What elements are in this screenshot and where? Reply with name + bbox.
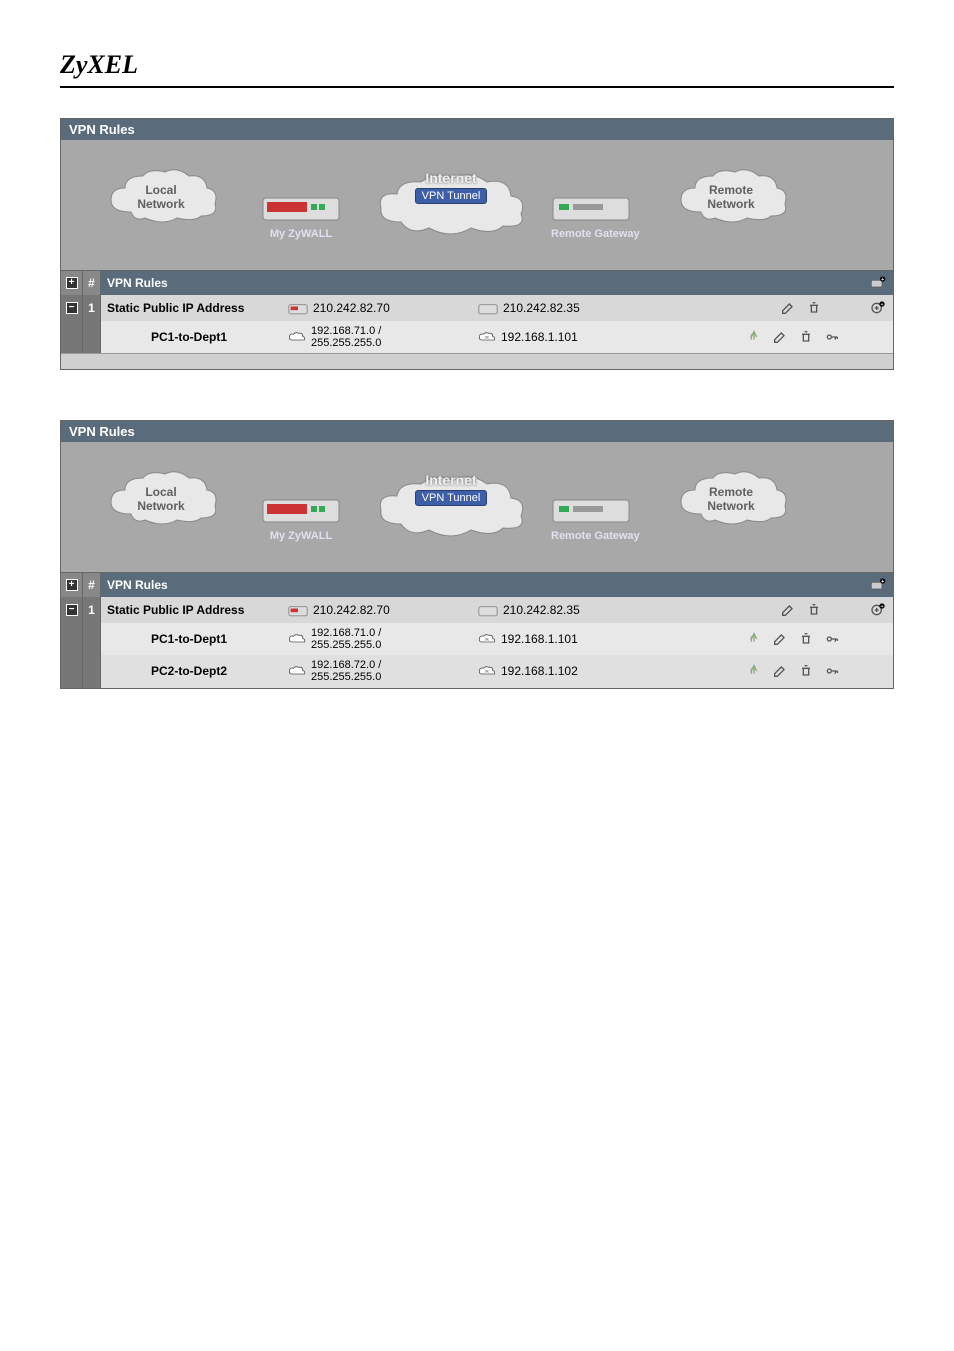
add-gateway-icon[interactable]: + (869, 576, 887, 594)
panel-title: VPN Rules (61, 119, 893, 140)
my-zywall-router: My ZyWALL (261, 194, 341, 240)
svg-text:Remote: Remote (709, 183, 753, 197)
edit-icon[interactable] (779, 299, 797, 317)
edit-icon[interactable] (771, 328, 789, 346)
rules-header-label: VPN Rules (107, 276, 168, 290)
router-icon (477, 603, 499, 617)
vpn-rules-panel: VPN Rules LocalNetwork My ZyWALL Interne… (60, 420, 894, 688)
svg-text:R: R (485, 335, 489, 341)
svg-text:Network: Network (707, 197, 755, 211)
vpn-tunnel-label: Internet VPN Tunnel (391, 170, 511, 204)
topology-diagram: LocalNetwork My ZyWALL Internet VPN Tunn… (61, 140, 893, 270)
delete-icon[interactable] (797, 328, 815, 346)
policy-row: PC1-to-Dept1 192.168.71.0 /255.255.255.0… (61, 623, 893, 655)
policy-local-net: 192.168.72.0 /255.255.255.0 (281, 655, 471, 687)
vpn-rules-panel: VPN Rules LocalNetwork My ZyWALL Interne… (60, 118, 894, 370)
expand-all-toggle[interactable]: + (61, 573, 83, 597)
edit-icon[interactable] (779, 601, 797, 619)
gateway-number: 1 (83, 295, 101, 321)
rules-header-num: # (83, 573, 101, 597)
gateway-remote-ip: 210.242.82.35 (471, 295, 641, 321)
collapse-toggle[interactable]: − (61, 295, 83, 321)
svg-text:+: + (880, 302, 883, 308)
gateway-local-ip: 210.242.82.70 (281, 597, 471, 623)
remote-gateway-router: Remote Gateway (551, 496, 640, 542)
router-icon (287, 603, 309, 617)
add-gateway-icon[interactable]: + (869, 274, 887, 292)
remote-gateway-router: Remote Gateway (551, 194, 640, 240)
gateway-row: − 1 Static Public IP Address 210.242.82.… (61, 597, 893, 623)
expand-all-toggle[interactable]: + (61, 271, 83, 295)
my-zywall-router: My ZyWALL (261, 496, 341, 542)
policy-name: PC2-to-Dept2 (101, 655, 281, 687)
policy-remote-net: R 192.168.1.102 (471, 655, 641, 687)
add-policy-icon[interactable]: + (869, 299, 887, 317)
edit-icon[interactable] (771, 662, 789, 680)
delete-icon[interactable] (797, 662, 815, 680)
cloud-icon: R (477, 664, 497, 678)
key-icon[interactable] (823, 662, 841, 680)
delete-icon[interactable] (805, 601, 823, 619)
rules-header-num: # (83, 271, 101, 295)
brand-logo: ZyXEL (60, 50, 894, 88)
gateway-number: 1 (83, 597, 101, 623)
rules-header-label: VPN Rules (107, 578, 168, 592)
gateway-local-ip: 210.242.82.70 (281, 295, 471, 321)
connect-icon[interactable] (745, 328, 763, 346)
key-icon[interactable] (823, 630, 841, 648)
svg-text:Network: Network (137, 197, 185, 211)
policy-local-net: 192.168.71.0 /255.255.255.0 (281, 321, 471, 353)
gateway-name: Static Public IP Address (101, 295, 281, 321)
topology-diagram: LocalNetwork My ZyWALL Internet VPN Tunn… (61, 442, 893, 572)
policy-row: PC1-to-Dept1 192.168.71.0 /255.255.255.0… (61, 321, 893, 353)
collapse-toggle[interactable]: − (61, 597, 83, 623)
cloud-icon (287, 330, 307, 344)
delete-icon[interactable] (797, 630, 815, 648)
edit-icon[interactable] (771, 630, 789, 648)
panel-title: VPN Rules (61, 421, 893, 442)
vpn-tunnel-label: Internet VPN Tunnel (391, 472, 511, 506)
gateway-row: − 1 Static Public IP Address 210.242.82.… (61, 295, 893, 321)
connect-icon[interactable] (745, 662, 763, 680)
policy-remote-net: R 192.168.1.101 (471, 623, 641, 655)
svg-text:+: + (881, 579, 884, 585)
router-icon (287, 301, 309, 315)
policy-name: PC1-to-Dept1 (101, 623, 281, 655)
policy-remote-net: R 192.168.1.101 (471, 321, 641, 353)
connect-icon[interactable] (745, 630, 763, 648)
policy-local-net: 192.168.71.0 /255.255.255.0 (281, 623, 471, 655)
gateway-name: Static Public IP Address (101, 597, 281, 623)
cloud-icon: R (477, 330, 497, 344)
svg-text:Local: Local (145, 485, 176, 499)
svg-text:R: R (485, 670, 489, 676)
svg-text:Network: Network (707, 499, 755, 513)
local-network-cloud: LocalNetwork (101, 464, 221, 537)
rules-header-row: + # VPN Rules + (61, 572, 893, 597)
delete-icon[interactable] (805, 299, 823, 317)
cloud-icon (287, 664, 307, 678)
gateway-remote-ip: 210.242.82.35 (471, 597, 641, 623)
svg-text:Network: Network (137, 499, 185, 513)
policy-row: PC2-to-Dept2 192.168.72.0 /255.255.255.0… (61, 655, 893, 687)
remote-network-cloud: RemoteNetwork (671, 162, 791, 235)
rules-header-row: + # VPN Rules + (61, 270, 893, 295)
add-policy-icon[interactable]: + (869, 601, 887, 619)
remote-network-cloud: RemoteNetwork (671, 464, 791, 537)
svg-text:+: + (881, 277, 884, 283)
svg-text:+: + (880, 604, 883, 610)
key-icon[interactable] (823, 328, 841, 346)
router-icon (477, 301, 499, 315)
cloud-icon (287, 632, 307, 646)
policy-name: PC1-to-Dept1 (101, 321, 281, 353)
local-network-cloud: LocalNetwork (101, 162, 221, 235)
svg-text:R: R (485, 637, 489, 643)
cloud-icon: R (477, 632, 497, 646)
svg-text:Remote: Remote (709, 485, 753, 499)
svg-text:Local: Local (145, 183, 176, 197)
